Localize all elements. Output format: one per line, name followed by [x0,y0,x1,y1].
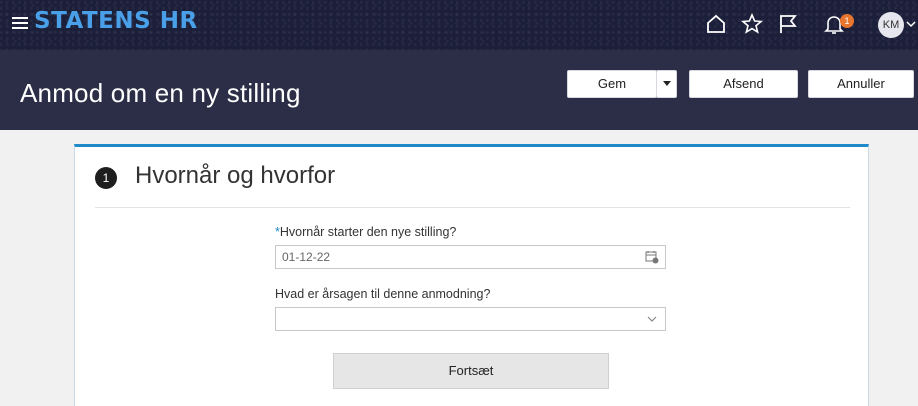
chevron-down-icon[interactable] [905,18,917,30]
start-date-value: 01-12-22 [282,250,331,264]
star-icon[interactable] [740,12,764,36]
flag-icon[interactable] [776,12,800,36]
chevron-down-icon [647,316,657,322]
start-date-label: *Hvornår starter den nye stilling? [275,225,456,239]
page-title: Anmod om en ny stilling [20,78,301,108]
save-options-dropdown[interactable] [656,70,677,98]
brand-logo[interactable]: STATENS HR [34,8,198,34]
home-icon[interactable] [704,12,728,36]
step-card: 1 Hvornår og hvorfor *Hvornår starter de… [74,144,869,406]
send-button[interactable]: Afsend [689,70,798,98]
top-navigation-bar: STATENS HR 1 KM [0,0,918,50]
step-number: 1 [95,167,117,189]
section-title: Hvornår og hvorfor [135,162,336,189]
start-date-input[interactable]: 01-12-22 [275,245,666,269]
calendar-icon[interactable] [645,250,659,264]
save-button[interactable]: Gem [567,70,657,98]
divider [95,207,850,208]
reason-select[interactable] [275,307,666,331]
reason-label: Hvad er årsagen til denne anmodning? [275,287,491,301]
start-date-label-text: Hvornår starter den nye stilling? [279,225,457,239]
cancel-button[interactable]: Annuller [808,70,914,98]
avatar[interactable]: KM [878,12,904,38]
continue-button[interactable]: Fortsæt [333,353,609,389]
caret-down-icon [663,81,671,86]
notification-badge: 1 [840,14,854,28]
